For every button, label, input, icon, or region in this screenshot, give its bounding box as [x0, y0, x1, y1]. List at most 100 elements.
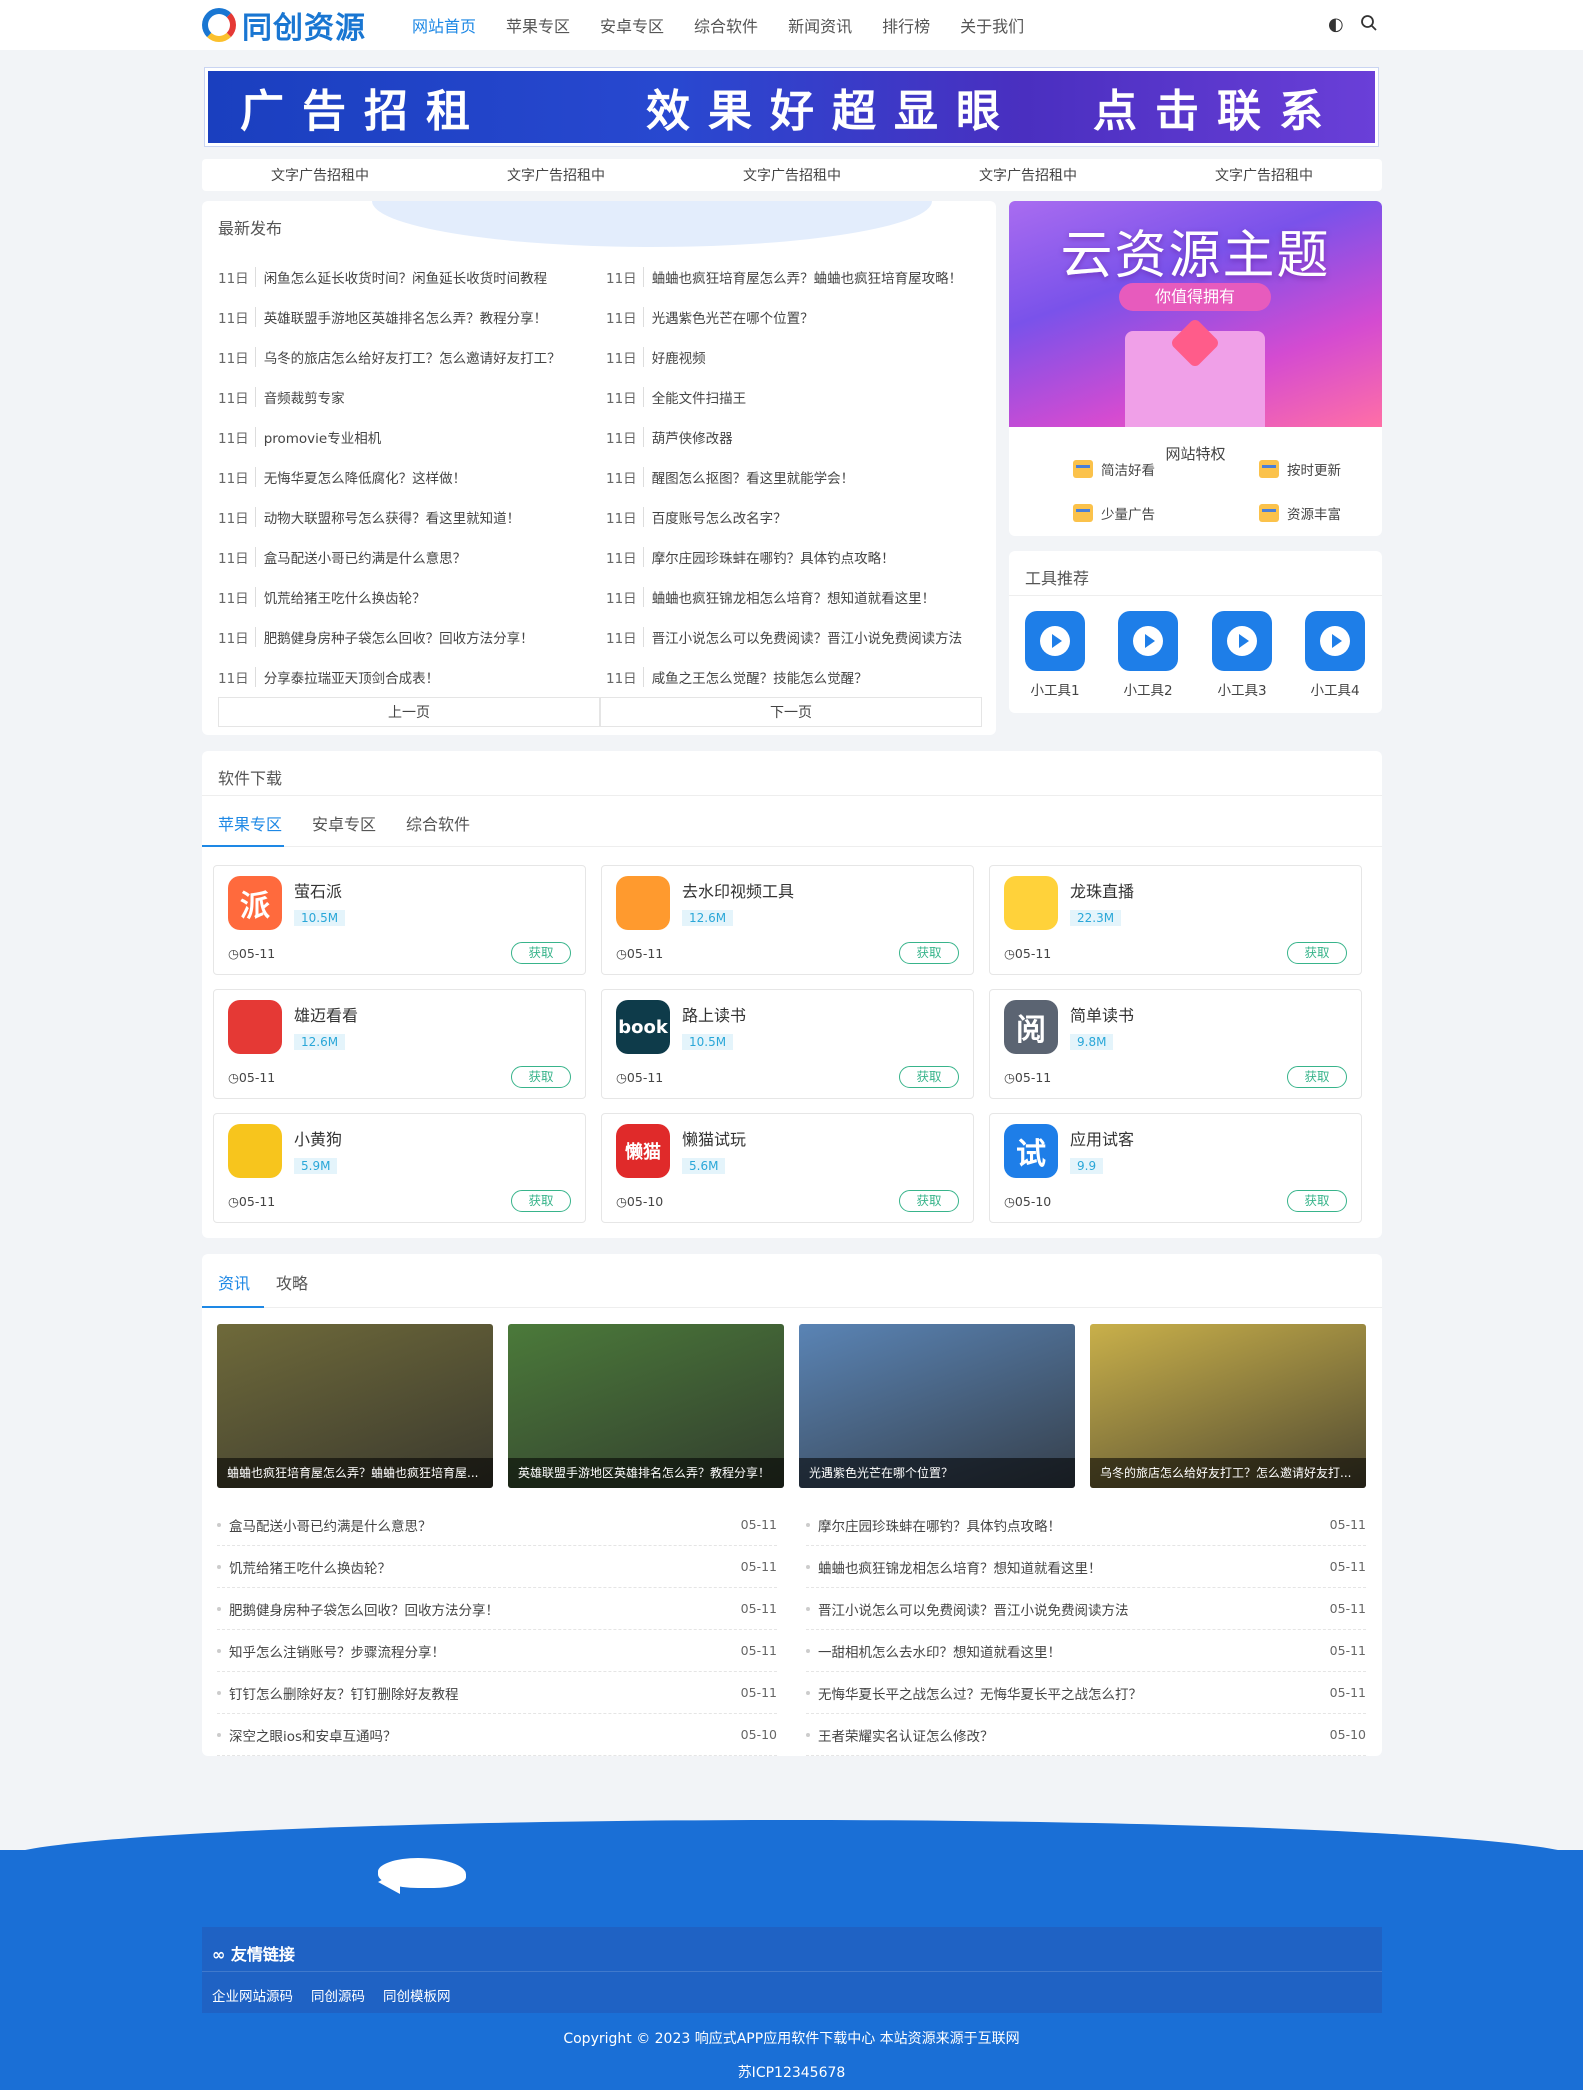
latest-item[interactable]: 11日 闲鱼怎么延长收货时间？闲鱼延长收货时间教程	[218, 257, 606, 297]
news-thumb[interactable]: 英雄联盟手游地区英雄排名怎么弄？教程分享！	[508, 1324, 784, 1488]
latest-item-title: 蛐蛐也疯狂锦龙相怎么培育？想知道就看这里！	[651, 591, 936, 607]
latest-item[interactable]: 11日 咸鱼之王怎么觉醒？技能怎么觉醒？	[606, 657, 988, 697]
news-date: 05-10	[1329, 1727, 1366, 1742]
news-item[interactable]: 摩尔庄园珍珠蚌在哪钓？具体钓点攻略！ 05-11	[806, 1504, 1366, 1546]
latest-item[interactable]: 11日 晋江小说怎么可以免费阅读？晋江小说免费阅读方法	[606, 617, 988, 657]
news-item[interactable]: 无悔华夏长平之战怎么过？无悔华夏长平之战怎么打？ 05-11	[806, 1672, 1366, 1714]
prev-page-button[interactable]: 上一页	[218, 697, 600, 727]
icp-number[interactable]: 苏ICP12345678	[0, 2062, 1583, 2082]
news-thumb[interactable]: 蛐蛐也疯狂培育屋怎么弄？蛐蛐也疯狂培育屋...	[217, 1324, 493, 1488]
tool-item[interactable]: 小工具2	[1118, 611, 1178, 699]
promo-image[interactable]: 云资源主题 你值得拥有	[1009, 201, 1382, 427]
text-ad[interactable]: 文字广告招租中	[979, 165, 1077, 185]
latest-item[interactable]: 11日 百度账号怎么改名字？	[606, 497, 988, 537]
nav-software[interactable]: 综合软件	[694, 13, 758, 37]
get-button[interactable]: 获取	[511, 1190, 571, 1212]
get-button[interactable]: 获取	[899, 942, 959, 964]
app-card[interactable]: 试应用试客 9.9 ◷05-10 获取	[989, 1113, 1362, 1223]
search-icon[interactable]	[1360, 14, 1378, 32]
friend-link[interactable]: 同创源码	[311, 1985, 365, 2005]
latest-item[interactable]: 11日 无悔华夏怎么降低腐化？这样做！	[218, 457, 606, 497]
text-ad[interactable]: 文字广告招租中	[271, 165, 369, 185]
get-button[interactable]: 获取	[511, 1066, 571, 1088]
text-ad[interactable]: 文字广告招租中	[507, 165, 605, 185]
app-card[interactable]: book 路上读书 10.5M ◷05-11 获取	[601, 989, 974, 1099]
latest-item[interactable]: 11日 全能文件扫描王	[606, 377, 988, 417]
nav-android[interactable]: 安卓专区	[600, 13, 664, 37]
app-card[interactable]: 懒猫 懒猫试玩 5.6M ◷05-10 获取	[601, 1113, 974, 1223]
get-button[interactable]: 获取	[1287, 942, 1347, 964]
latest-item[interactable]: 11日 醒图怎么抠图？看这里就能学会！	[606, 457, 988, 497]
tool-item[interactable]: 小工具1	[1025, 611, 1085, 699]
nav-apple[interactable]: 苹果专区	[506, 13, 570, 37]
tool-item[interactable]: 小工具3	[1212, 611, 1272, 699]
get-button[interactable]: 获取	[1287, 1066, 1347, 1088]
news-item[interactable]: 深空之眼ios和安卓互通吗？ 05-10	[217, 1714, 777, 1756]
get-button[interactable]: 获取	[899, 1066, 959, 1088]
latest-item[interactable]: 11日 盒马配送小哥已约满是什么意思？	[218, 537, 606, 577]
news-item[interactable]: 钉钉怎么删除好友？钉钉删除好友教程 05-11	[217, 1672, 777, 1714]
news-item[interactable]: 蛐蛐也疯狂锦龙相怎么培育？想知道就看这里！ 05-11	[806, 1546, 1366, 1588]
next-page-button[interactable]: 下一页	[600, 697, 982, 727]
app-card[interactable]: 去水印视频工具 12.6M ◷05-11 获取	[601, 865, 974, 975]
news-item[interactable]: 一甜相机怎么去水印？想知道就看这里！ 05-11	[806, 1630, 1366, 1672]
tab-android[interactable]: 安卓专区	[312, 811, 376, 835]
app-card[interactable]: 龙珠直播 22.3M ◷05-11 获取	[989, 865, 1362, 975]
tab-guides[interactable]: 攻略	[276, 1270, 308, 1294]
tab-apple[interactable]: 苹果专区	[218, 811, 282, 835]
latest-item[interactable]: 11日 动物大联盟称号怎么获得？看这里就知道！	[218, 497, 606, 537]
latest-item[interactable]: 11日 摩尔庄园珍珠蚌在哪钓？具体钓点攻略！	[606, 537, 988, 577]
app-size: 22.3M	[1070, 910, 1122, 926]
get-button[interactable]: 获取	[1287, 1190, 1347, 1212]
latest-item[interactable]: 11日 葫芦侠修改器	[606, 417, 988, 457]
app-card[interactable]: 小黄狗 5.9M ◷05-11 获取	[213, 1113, 586, 1223]
news-date: 05-11	[740, 1559, 777, 1574]
site-logo[interactable]: 同创资源	[202, 6, 366, 46]
news-item[interactable]: 饥荒给猪王吃什么换齿轮？ 05-11	[217, 1546, 777, 1588]
app-card[interactable]: 派萤石派 10.5M ◷05-11 获取	[213, 865, 586, 975]
news-thumb[interactable]: 光遇紫色光芒在哪个位置？	[799, 1324, 1075, 1488]
latest-item[interactable]: 11日 肥鹅健身房种子袋怎么回收？回收方法分享！	[218, 617, 606, 657]
nav-news[interactable]: 新闻资讯	[788, 13, 852, 37]
latest-item[interactable]: 11日 promovie专业相机	[218, 417, 606, 457]
clock-icon: ◷	[616, 1070, 627, 1085]
get-button[interactable]: 获取	[899, 1190, 959, 1212]
news-item[interactable]: 盒马配送小哥已约满是什么意思？ 05-11	[217, 1504, 777, 1546]
text-ad[interactable]: 文字广告招租中	[1215, 165, 1313, 185]
tool-item[interactable]: 小工具4	[1305, 611, 1365, 699]
latest-item[interactable]: 11日 英雄联盟手游地区英雄排名怎么弄？教程分享！	[218, 297, 606, 337]
nav-home[interactable]: 网站首页	[412, 13, 476, 37]
app-icon: 阅	[1004, 1000, 1058, 1054]
latest-item[interactable]: 11日 乌冬的旅店怎么给好友打工？怎么邀请好友打工？	[218, 337, 606, 377]
latest-date: 11日	[606, 547, 644, 567]
tab-software[interactable]: 综合软件	[406, 811, 470, 835]
latest-item-title: 闲鱼怎么延长收货时间？闲鱼延长收货时间教程	[263, 271, 548, 287]
feature-item: 少量广告	[1073, 503, 1155, 523]
latest-item[interactable]: 11日 光遇紫色光芒在哪个位置？	[606, 297, 988, 337]
app-icon	[1004, 876, 1058, 930]
latest-item[interactable]: 11日 分享泰拉瑞亚天顶剑合成表！	[218, 657, 606, 697]
latest-item[interactable]: 11日 音频裁剪专家	[218, 377, 606, 417]
news-thumb[interactable]: 乌冬的旅店怎么给好友打工？怎么邀请好友打...	[1090, 1324, 1366, 1488]
latest-item[interactable]: 11日 蛐蛐也疯狂锦龙相怎么培育？想知道就看这里！	[606, 577, 988, 617]
contrast-icon[interactable]: ◐	[1328, 14, 1344, 35]
latest-item[interactable]: 11日 好鹿视频	[606, 337, 988, 377]
tab-news[interactable]: 资讯	[218, 1270, 250, 1294]
friend-link[interactable]: 企业网站源码	[212, 1985, 293, 2005]
app-card[interactable]: 阅简单读书 9.8M ◷05-11 获取	[989, 989, 1362, 1099]
nav-ranking[interactable]: 排行榜	[882, 13, 930, 37]
latest-item[interactable]: 11日 饥荒给猪王吃什么换齿轮？	[218, 577, 606, 617]
get-button[interactable]: 获取	[511, 942, 571, 964]
app-card[interactable]: 雄迈看看 12.6M ◷05-11 获取	[213, 989, 586, 1099]
news-item[interactable]: 王者荣耀实名认证怎么修改？ 05-10	[806, 1714, 1366, 1756]
latest-item[interactable]: 11日 蛐蛐也疯狂培育屋怎么弄？蛐蛐也疯狂培育屋攻略！	[606, 257, 988, 297]
text-ad[interactable]: 文字广告招租中	[743, 165, 841, 185]
bullet-icon	[806, 1606, 810, 1611]
news-item[interactable]: 晋江小说怎么可以免费阅读？晋江小说免费阅读方法 05-11	[806, 1588, 1366, 1630]
friend-link[interactable]: 同创模板网	[383, 1985, 451, 2005]
news-item[interactable]: 肥鹅健身房种子袋怎么回收？回收方法分享！ 05-11	[217, 1588, 777, 1630]
nav-about[interactable]: 关于我们	[960, 13, 1024, 37]
clock-icon: ◷	[228, 1194, 239, 1209]
news-item[interactable]: 知乎怎么注销账号？步骤流程分享！ 05-11	[217, 1630, 777, 1672]
ad-banner[interactable]: 广告招租 效果好超显眼 点击联系	[205, 68, 1378, 146]
